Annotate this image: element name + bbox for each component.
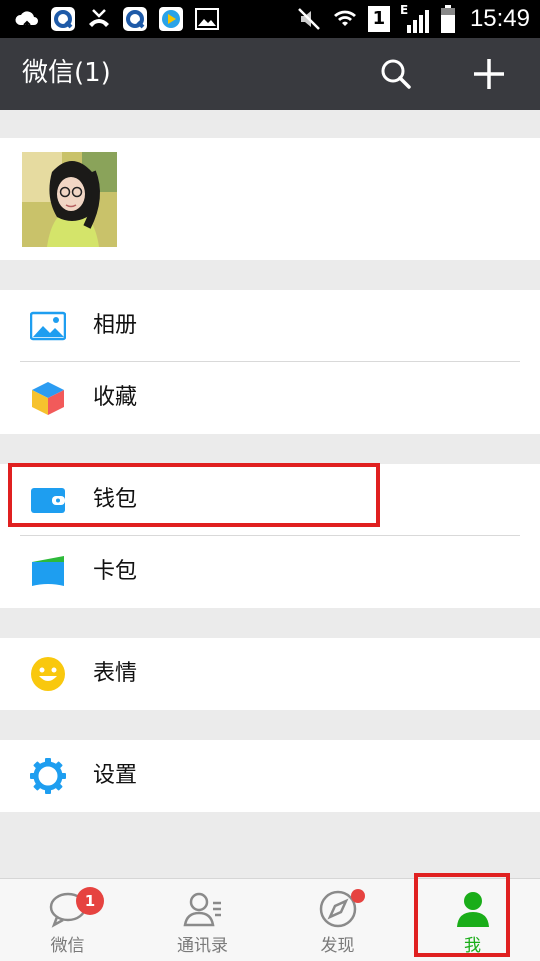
page-title: 微信(1) xyxy=(22,58,111,88)
menu-item-album[interactable]: 相册 xyxy=(0,290,540,362)
bottom-tab-bar: 1 微信 通讯录 发现 我 xyxy=(0,878,540,961)
contacts-icon xyxy=(183,892,221,927)
wallet-icon xyxy=(31,488,65,513)
mute-icon xyxy=(298,8,320,30)
person-icon xyxy=(456,892,489,927)
cloud-upload-icon xyxy=(15,11,38,28)
title-bar: 微信(1) xyxy=(0,38,540,110)
notification-icons xyxy=(14,5,220,33)
system-icons: 1 E 15:49 xyxy=(296,3,530,34)
favorites-cube-icon xyxy=(32,382,64,415)
missed-call-icon xyxy=(89,9,109,27)
menu-group-4: 设置 xyxy=(0,740,540,812)
unread-badge: 1 xyxy=(76,887,104,915)
menu-item-stickers[interactable]: 表情 xyxy=(0,638,540,710)
menu-item-label: 表情 xyxy=(93,661,138,686)
search-icon[interactable] xyxy=(378,56,414,92)
menu-item-label: 钱包 xyxy=(93,487,138,512)
menu-group-1: 相册 收藏 xyxy=(0,290,540,434)
tab-label: 微信 xyxy=(50,936,85,956)
tab-me[interactable]: 我 xyxy=(405,879,540,961)
profile-section[interactable] xyxy=(0,138,540,260)
wifi-icon xyxy=(333,10,356,26)
photo-album-icon xyxy=(30,311,66,341)
menu-group-3: 表情 xyxy=(0,638,540,710)
image-icon xyxy=(195,8,219,30)
video-app-icon xyxy=(159,7,183,31)
menu-item-label: 设置 xyxy=(93,763,138,788)
qq-browser-icon-2 xyxy=(123,7,147,31)
tab-chats[interactable]: 1 微信 xyxy=(0,879,135,961)
qq-browser-icon xyxy=(51,7,75,31)
menu-item-favorites[interactable]: 收藏 xyxy=(0,362,540,434)
menu-group-2: 钱包 卡包 xyxy=(0,464,540,608)
new-content-dot xyxy=(351,889,365,903)
menu-item-settings[interactable]: 设置 xyxy=(0,740,540,812)
status-bar: 1 E 15:49 xyxy=(0,0,540,38)
clock: 15:49 xyxy=(469,5,530,32)
menu-item-label: 相册 xyxy=(93,313,138,338)
battery-icon xyxy=(440,5,455,33)
tab-contacts[interactable]: 通讯录 xyxy=(135,879,270,961)
menu-item-card-pack[interactable]: 卡包 xyxy=(0,536,540,608)
tab-label: 通讯录 xyxy=(177,936,228,956)
signal-bars-icon xyxy=(406,10,429,33)
sim-slot-indicator: 1 xyxy=(367,6,390,32)
menu-item-label: 收藏 xyxy=(93,385,138,410)
mobile-signal: E xyxy=(400,3,430,33)
tab-label: 发现 xyxy=(320,936,355,956)
menu-item-label: 卡包 xyxy=(93,559,138,584)
menu-item-wallet[interactable]: 钱包 xyxy=(0,464,540,536)
tab-discover[interactable]: 发现 xyxy=(270,879,405,961)
gear-icon xyxy=(30,758,66,794)
avatar[interactable] xyxy=(22,152,117,247)
card-pack-icon xyxy=(32,556,64,586)
smiley-icon xyxy=(31,657,65,691)
avatar-photo xyxy=(22,152,117,247)
tab-label: 我 xyxy=(464,936,481,956)
plus-icon[interactable] xyxy=(471,56,507,92)
